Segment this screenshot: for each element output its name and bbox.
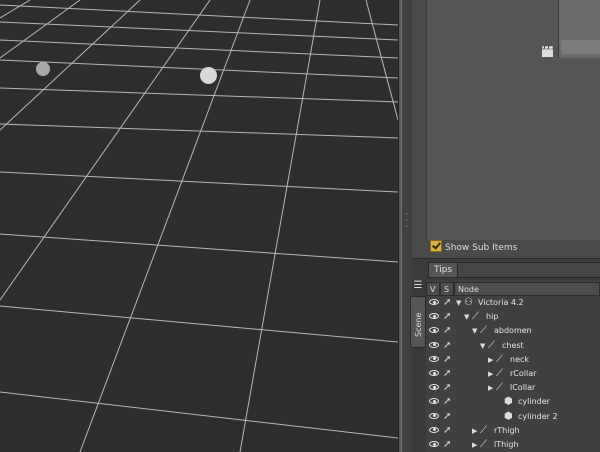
tree-row[interactable]: ➚ ▼ ⟋ hip xyxy=(426,310,600,324)
expand-down-icon[interactable]: ▼ xyxy=(464,310,472,324)
selectable-cursor-icon[interactable]: ➚ xyxy=(443,369,453,379)
tree-item-label: rThigh xyxy=(494,425,520,435)
upper-right-slider[interactable] xyxy=(561,40,600,54)
3d-viewport[interactable] xyxy=(0,0,398,452)
tree-item-label: cylinder xyxy=(518,397,550,407)
bone-icon: ⟋ xyxy=(472,311,479,323)
tips-bar: Tips xyxy=(412,258,600,279)
visibility-eye-icon[interactable] xyxy=(429,384,439,391)
bone-icon: ⟋ xyxy=(496,368,503,379)
light-node-left[interactable] xyxy=(36,62,50,76)
visibility-eye-icon[interactable] xyxy=(429,355,439,362)
visibility-eye-icon[interactable] xyxy=(429,370,439,376)
visibility-eye-partial-icon[interactable] xyxy=(429,299,439,305)
tree-row[interactable]: ➚ ⬢ cylinder 2 xyxy=(426,410,600,424)
tree-row[interactable]: ➚ ▼ ⚇ Victoria 4.2 xyxy=(426,296,600,310)
show-sub-items-option[interactable]: Show Sub Items xyxy=(426,240,600,256)
scene-panel: V S Node ➚ ▼ ⚇ Victoria 4.2 ➚ ▼ ⟋ hip ➚ ▼ ⟋ abdomen… xyxy=(426,280,600,452)
expand-right-icon[interactable]: ▶ xyxy=(488,381,496,395)
expand-down-icon[interactable]: ▼ xyxy=(472,324,480,338)
light-node-right[interactable] xyxy=(200,67,217,84)
tree-row[interactable]: ➚ ▶ ⟋ neck xyxy=(426,353,600,367)
selectable-cursor-icon[interactable]: ➚ xyxy=(443,312,453,322)
tree-item-label: rCollar xyxy=(510,369,537,378)
collapse-grip-icon[interactable]: · · · xyxy=(405,211,409,232)
tree-row[interactable]: ➚ ▶ ⟋ lThigh xyxy=(426,438,600,452)
tree-item-label: lThigh xyxy=(494,440,519,449)
show-sub-items-label: Show Sub Items xyxy=(445,243,518,253)
prop-icon: ⬢ xyxy=(504,410,513,422)
expand-right-icon[interactable]: ▶ xyxy=(488,353,496,367)
tree-row[interactable]: ➚ ⬢ cylinder xyxy=(426,395,600,409)
selectable-cursor-icon[interactable]: ➚ xyxy=(443,298,453,308)
panel-gutter: · · · xyxy=(402,0,412,452)
expand-down-icon[interactable]: ▼ xyxy=(456,296,464,310)
tree-item-label: Victoria 4.2 xyxy=(478,298,524,307)
scene-column-header: V S Node xyxy=(426,282,600,296)
selectable-cursor-icon[interactable]: ➚ xyxy=(443,411,453,422)
bone-icon: ⟋ xyxy=(480,439,487,450)
visibility-eye-icon[interactable] xyxy=(429,441,439,447)
figure-icon: ⚇ xyxy=(464,297,473,308)
bone-icon: ⟋ xyxy=(480,424,487,436)
tab-tips[interactable]: Tips xyxy=(428,262,458,278)
tree-item-label: lCollar xyxy=(510,383,536,393)
visibility-eye-icon[interactable] xyxy=(429,398,439,405)
tree-item-label: cylinder 2 xyxy=(518,411,558,421)
visibility-eye-icon[interactable] xyxy=(429,327,439,334)
ground-grid xyxy=(0,0,398,452)
clapperboard-icon[interactable] xyxy=(541,42,554,57)
tree-row[interactable]: ➚ ▶ ⟋ lCollar xyxy=(426,381,600,395)
expand-right-icon[interactable]: ▶ xyxy=(488,367,496,381)
bone-icon: ⟋ xyxy=(480,325,487,337)
tree-row[interactable]: ➚ ▶ ⟋ rThigh xyxy=(426,424,600,438)
column-visible[interactable]: V xyxy=(426,282,440,296)
column-selectable[interactable]: S xyxy=(440,282,454,296)
expand-down-icon[interactable]: ▼ xyxy=(480,339,488,353)
bone-icon: ⟋ xyxy=(488,339,495,351)
panel-menu-icon[interactable]: ☰ xyxy=(412,280,424,292)
visibility-eye-icon[interactable] xyxy=(429,313,439,320)
tree-row[interactable]: ➚ ▼ ⟋ abdomen xyxy=(426,324,600,338)
selectable-cursor-icon[interactable]: ➚ xyxy=(443,354,453,365)
selectable-cursor-icon[interactable]: ➚ xyxy=(443,340,453,351)
tree-item-label: chest xyxy=(502,340,524,350)
selectable-cursor-icon[interactable]: ➚ xyxy=(443,440,453,450)
selectable-cursor-icon[interactable]: ➚ xyxy=(443,383,453,393)
prop-icon: ⬢ xyxy=(504,396,513,408)
expand-right-icon[interactable]: ▶ xyxy=(472,424,480,438)
selectable-cursor-icon[interactable]: ➚ xyxy=(443,425,453,436)
selectable-cursor-icon[interactable]: ➚ xyxy=(443,326,453,336)
tree-item-label: neck xyxy=(510,354,530,364)
scene-tab-label: Scene xyxy=(414,312,423,337)
visibility-eye-icon[interactable] xyxy=(429,341,439,348)
selectable-cursor-icon[interactable]: ➚ xyxy=(443,397,453,407)
tips-tab-strip xyxy=(458,262,600,278)
visibility-eye-icon[interactable] xyxy=(429,412,439,419)
column-node[interactable]: Node xyxy=(454,282,600,296)
upper-right-panel xyxy=(558,0,600,58)
tree-item-label: abdomen xyxy=(494,326,532,336)
tree-item-label: hip xyxy=(486,312,499,322)
show-sub-items-checkbox[interactable] xyxy=(430,240,442,252)
bone-icon: ⟋ xyxy=(496,382,503,394)
visibility-eye-icon[interactable] xyxy=(429,426,439,433)
expand-right-icon[interactable]: ▶ xyxy=(472,438,480,452)
tree-row[interactable]: ➚ ▼ ⟋ chest xyxy=(426,339,600,353)
tree-row[interactable]: ➚ ▶ ⟋ rCollar xyxy=(426,367,600,381)
tab-scene[interactable]: Scene xyxy=(410,296,426,348)
bone-icon: ⟋ xyxy=(496,353,503,365)
